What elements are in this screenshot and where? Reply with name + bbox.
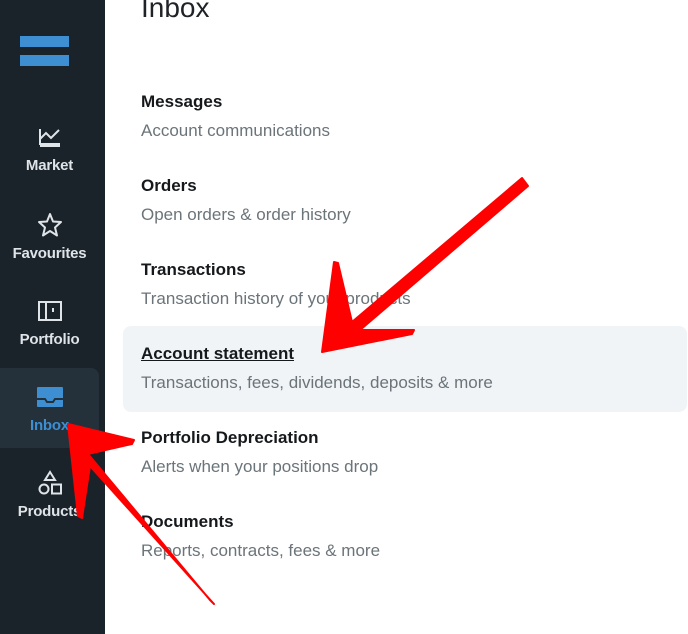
entry-title: Account statement: [141, 344, 295, 363]
sidebar-item-label: Products: [17, 502, 82, 520]
inbox-icon: [36, 383, 64, 411]
sidebar-item-inbox[interactable]: Inbox: [0, 368, 99, 448]
sidebar-item-label: Market: [25, 156, 74, 174]
app-window: Market Favourites Portfolio Inbox Produc…: [0, 0, 688, 634]
inbox-entry-orders[interactable]: Orders Open orders & order history: [123, 158, 687, 244]
inbox-entry-account-statement[interactable]: Account statement Transactions, fees, di…: [123, 326, 687, 412]
chart-icon: [36, 123, 64, 151]
hamburger-menu-icon[interactable]: [20, 36, 69, 66]
sidebar-item-label: Portfolio: [19, 330, 80, 348]
entry-subtitle: Transaction history of your products: [141, 289, 411, 308]
sidebar-item-label: Favourites: [12, 244, 87, 262]
entry-title: Messages: [141, 92, 223, 111]
entry-subtitle: Alerts when your positions drop: [141, 457, 379, 476]
entry-subtitle: Transactions, fees, dividends, deposits …: [141, 373, 493, 392]
entry-title: Orders: [141, 176, 197, 195]
star-icon: [36, 211, 64, 239]
entry-title: Documents: [141, 512, 234, 531]
sidebar-item-portfolio[interactable]: Portfolio: [0, 282, 99, 362]
sidebar-item-label: Inbox: [30, 416, 69, 434]
inbox-entry-transactions[interactable]: Transactions Transaction history of your…: [123, 242, 687, 328]
entry-subtitle: Open orders & order history: [141, 205, 351, 224]
page-title: Inbox: [141, 0, 210, 23]
inbox-entry-documents[interactable]: Documents Reports, contracts, fees & mor…: [123, 494, 687, 580]
entry-subtitle: Account communications: [141, 121, 330, 140]
sidebar-item-favourites[interactable]: Favourites: [0, 196, 99, 276]
sidebar-item-products[interactable]: Products: [0, 454, 99, 534]
sidebar-item-market[interactable]: Market: [0, 108, 99, 188]
inbox-panel: Inbox Messages Account communications Or…: [105, 0, 688, 634]
entry-subtitle: Reports, contracts, fees & more: [141, 541, 381, 560]
sidebar: Market Favourites Portfolio Inbox Produc…: [0, 0, 105, 634]
shapes-icon: [36, 469, 64, 497]
entry-title: Portfolio Depreciation: [141, 428, 319, 447]
inbox-entry-messages[interactable]: Messages Account communications: [123, 74, 687, 160]
portfolio-icon: [36, 297, 64, 325]
inbox-entry-portfolio-depreciation[interactable]: Portfolio Depreciation Alerts when your …: [123, 410, 687, 496]
entry-title: Transactions: [141, 260, 246, 279]
